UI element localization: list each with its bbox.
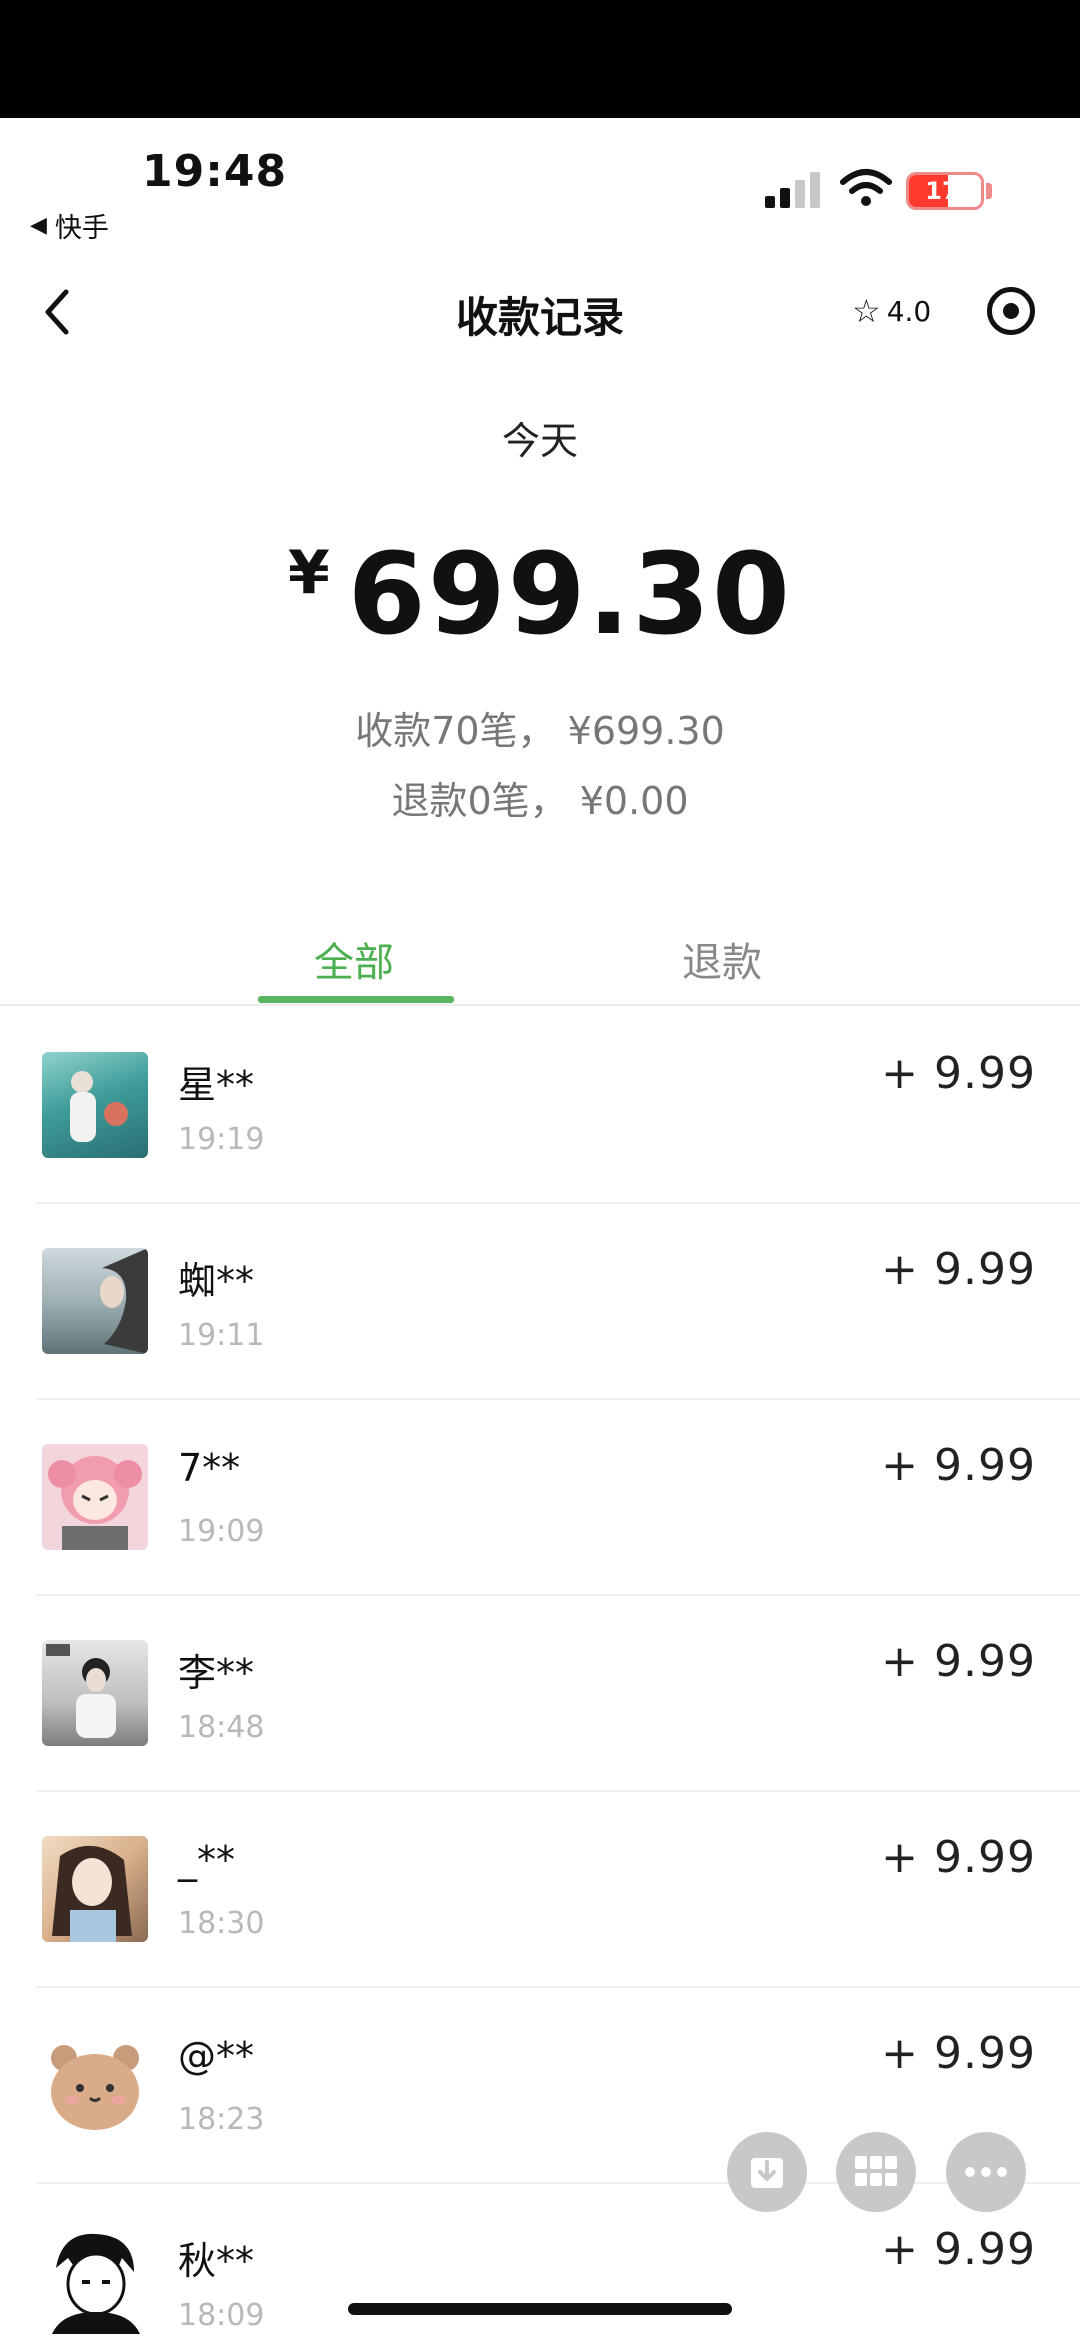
- active-tab-indicator: [258, 996, 454, 1003]
- back-triangle-icon: ◀: [30, 213, 47, 238]
- payment-amount: + 9.99: [881, 1244, 1036, 1295]
- battery-tip: [986, 183, 992, 199]
- status-time: 19:48: [142, 146, 288, 197]
- tab-refund[interactable]: 退款: [682, 930, 762, 988]
- payment-time: 18:48: [178, 1710, 265, 1745]
- payment-amount: + 9.99: [881, 1832, 1036, 1883]
- payment-time: 18:23: [178, 2102, 265, 2137]
- payment-amount: + 9.99: [881, 1048, 1036, 1099]
- payer-name: _**: [178, 1838, 235, 1882]
- payment-amount: + 9.99: [881, 1636, 1036, 1687]
- avatar: [42, 1836, 148, 1942]
- refund-summary: 退款0笔， ¥0.00: [391, 779, 689, 823]
- avatar: [42, 1052, 148, 1158]
- battery-icon: 17: [906, 172, 984, 210]
- top-black-band: [0, 0, 1080, 118]
- list-item[interactable]: @** 18:23 + 9.99: [0, 1988, 1080, 2184]
- avatar: [42, 1444, 148, 1550]
- date-label: 今天: [501, 419, 578, 463]
- avatar: [42, 2032, 148, 2138]
- back-app-label: 快手: [54, 213, 109, 244]
- filter-tabs: 全部 退款: [0, 920, 1080, 1006]
- total-amount: ¥699.30: [0, 530, 1080, 660]
- payment-time: 18:09: [178, 2298, 265, 2333]
- transaction-list: 星** 19:19 + 9.99 蜘** 19:11 + 9.99 7** 19…: [0, 1008, 1080, 2338]
- payment-amount: + 9.99: [881, 2028, 1036, 2079]
- payer-name: 李**: [178, 1651, 255, 1695]
- list-item[interactable]: _** 18:30 + 9.99: [0, 1792, 1080, 1988]
- payment-amount: + 9.99: [881, 1440, 1036, 1491]
- currency-symbol: ¥: [288, 538, 330, 608]
- payment-time: 19:09: [178, 1514, 265, 1549]
- star-outline-icon: ☆: [852, 292, 881, 330]
- payment-time: 18:30: [178, 1906, 265, 1941]
- more-button[interactable]: [946, 2132, 1026, 2212]
- home-indicator[interactable]: [348, 2303, 732, 2315]
- list-item[interactable]: 蜘** 19:11 + 9.99: [0, 1204, 1080, 1400]
- battery-percent: 17: [925, 177, 959, 205]
- total-value: 699.30: [347, 530, 792, 660]
- signal-icon: [765, 172, 823, 208]
- payment-time: 19:11: [178, 1318, 265, 1353]
- received-summary: 收款70笔， ¥699.30: [355, 709, 725, 753]
- mini-program-capsule: ☆ 4.0: [852, 278, 1052, 344]
- more-icon: [965, 2167, 1007, 2177]
- payer-name: 星**: [178, 1063, 255, 1107]
- payment-amount: + 9.99: [881, 2224, 1036, 2275]
- grid-button[interactable]: [836, 2132, 916, 2212]
- grid-icon: [855, 2156, 897, 2186]
- back-to-app-link[interactable]: ◀ 快手: [30, 206, 109, 245]
- payer-name: @**: [178, 2034, 254, 2078]
- list-item[interactable]: 李** 18:48 + 9.99: [0, 1596, 1080, 1792]
- rating-button[interactable]: ☆ 4.0: [852, 292, 931, 330]
- payment-time: 19:19: [178, 1122, 265, 1157]
- avatar: [42, 1248, 148, 1354]
- payer-name: 秋**: [178, 2239, 255, 2283]
- download-icon: [751, 2158, 783, 2188]
- rating-value: 4.0: [886, 294, 932, 328]
- list-item[interactable]: 7** 19:09 + 9.99: [0, 1400, 1080, 1596]
- download-button[interactable]: [727, 2132, 807, 2212]
- payer-name: 蜘**: [178, 1259, 255, 1303]
- avatar: [42, 1640, 148, 1746]
- list-item[interactable]: 星** 19:19 + 9.99: [0, 1008, 1080, 1204]
- wifi-icon: [840, 169, 892, 206]
- tab-all[interactable]: 全部: [314, 930, 394, 988]
- payer-name: 7**: [178, 1446, 241, 1490]
- target-icon[interactable]: [987, 287, 1035, 335]
- avatar: [42, 2228, 148, 2334]
